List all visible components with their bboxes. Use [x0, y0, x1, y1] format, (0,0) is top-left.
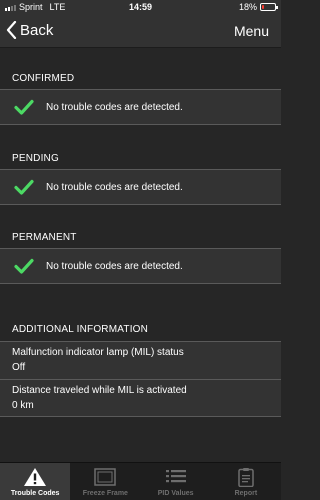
pending-status-row: No trouble codes are detected.: [0, 169, 281, 205]
pending-message: No trouble codes are detected.: [46, 181, 183, 193]
status-bar: Sprint LTE 14:59 18%: [0, 0, 281, 14]
permanent-message: No trouble codes are detected.: [46, 260, 183, 272]
report-clipboard-icon: [238, 468, 254, 487]
section-header-permanent: PERMANENT: [12, 232, 77, 243]
section-header-additional-information: ADDITIONAL INFORMATION: [12, 324, 149, 335]
section-header-pending: PENDING: [12, 153, 59, 164]
permanent-status-row: No trouble codes are detected.: [0, 248, 281, 284]
confirmed-message: No trouble codes are detected.: [46, 101, 183, 113]
tab-pid-values[interactable]: PID Values: [141, 463, 211, 500]
navigation-bar: Back Menu: [0, 14, 281, 48]
mil-distance-value: 0 km: [12, 400, 34, 411]
tab-bar: Trouble Codes Freeze Frame PID Values Re…: [0, 462, 281, 500]
back-button[interactable]: Back: [6, 21, 53, 39]
battery-level-fill: [262, 5, 264, 9]
tab-label: Freeze Frame: [82, 490, 128, 497]
battery-percent: 18%: [238, 2, 257, 12]
checkmark-icon: [14, 179, 34, 195]
mil-status-label: Malfunction indicator lamp (MIL) status: [12, 347, 184, 358]
mil-status-value: Off: [12, 362, 26, 373]
freeze-frame-icon: [94, 468, 117, 486]
menu-button[interactable]: Menu: [234, 23, 269, 39]
warning-icon: [24, 468, 47, 486]
additional-info-list: Malfunction indicator lamp (MIL) status …: [0, 341, 281, 417]
tab-label: Trouble Codes: [10, 490, 60, 497]
battery-icon: [260, 3, 278, 11]
checkmark-icon: [14, 99, 34, 115]
status-right: 18%: [238, 2, 278, 12]
tab-report[interactable]: Report: [211, 463, 281, 500]
tab-label: Report: [234, 490, 258, 497]
tab-freeze-frame[interactable]: Freeze Frame: [70, 463, 140, 500]
mil-distance-label: Distance traveled while MIL is activated: [12, 385, 187, 396]
mil-status-item: Malfunction indicator lamp (MIL) status …: [0, 342, 281, 379]
mil-distance-item: Distance traveled while MIL is activated…: [0, 379, 281, 416]
tab-label: PID Values: [157, 490, 194, 497]
tab-trouble-codes[interactable]: Trouble Codes: [0, 463, 71, 500]
confirmed-status-row: No trouble codes are detected.: [0, 89, 281, 125]
checkmark-icon: [14, 258, 34, 274]
section-header-confirmed: CONFIRMED: [12, 73, 75, 84]
chevron-left-icon: [6, 21, 17, 39]
pid-list-icon: [165, 470, 186, 483]
back-label: Back: [20, 21, 54, 39]
